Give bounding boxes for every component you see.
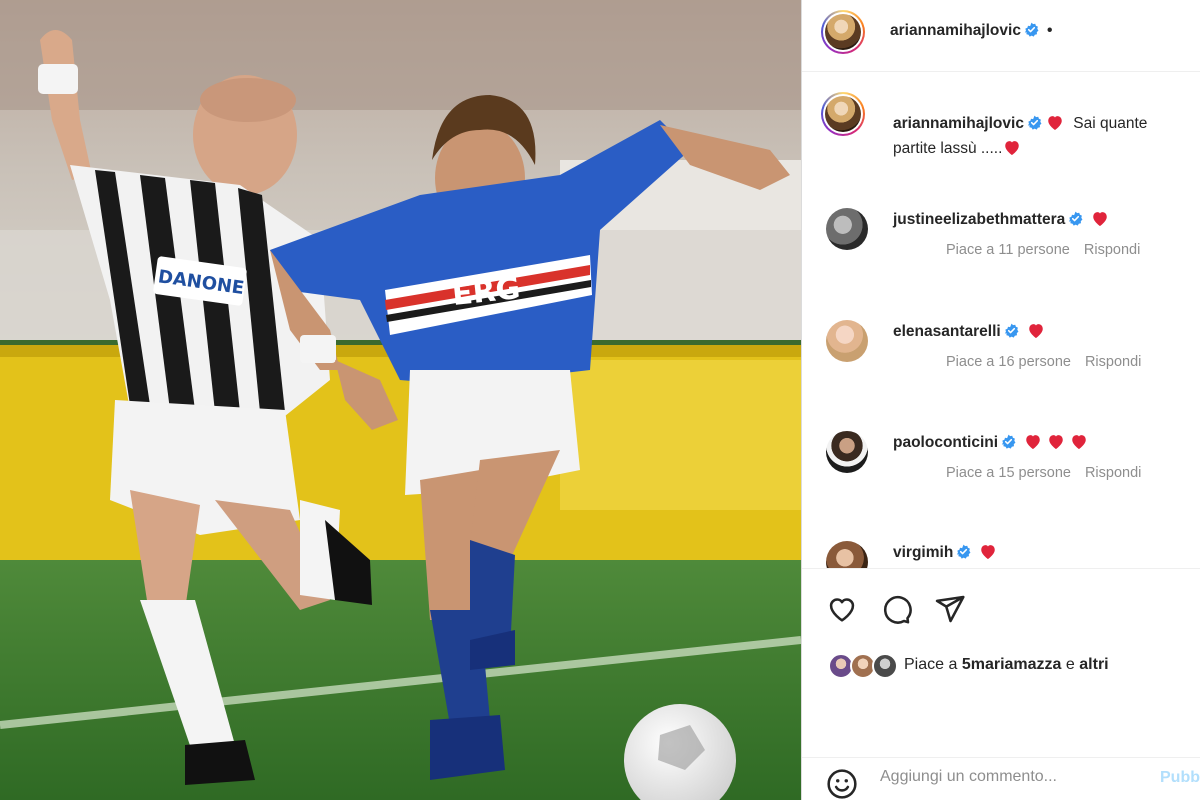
caption-line-2: partite lassù ..... [893,140,1003,157]
author-avatar[interactable] [821,10,865,54]
comment-line: elenasantarelli [893,322,1045,341]
post-image: DANONE ERG [0,0,801,800]
red-heart-icon [1049,435,1063,449]
commenter-username[interactable]: virgimih [893,544,953,561]
commenter-username[interactable]: justineelizabethmattera [893,211,1065,228]
reply-button[interactable]: Rispondi [1085,465,1141,481]
red-heart-icon [1072,435,1086,449]
likes-prefix: Piace a [904,656,958,673]
comment-item: justineelizabethmattera Piace a 11 perso… [826,208,1200,278]
commenter-avatar[interactable] [826,208,868,250]
verified-badge-icon [1004,323,1019,338]
comment-meta: Piace a 11 persone Rispondi [946,242,1140,258]
likes-others[interactable]: altri [1079,656,1108,673]
likes-connector: e [1065,656,1075,673]
caption-line-1: Sai quante [1073,115,1148,132]
verified-badge-icon [1001,434,1016,449]
red-heart-icon [1028,324,1043,338]
publish-button[interactable]: Pubblica [1160,758,1200,798]
commenter-avatar[interactable] [826,431,868,473]
caption-username[interactable]: ariannamihajlovic [893,115,1024,132]
comment-item: paoloconticini Piace a 15 persone Rispond… [826,431,1200,501]
red-heart-icon [1005,141,1020,155]
comment-like-count[interactable]: Piace a 15 persone [946,465,1071,481]
heart-outline-icon[interactable] [826,593,858,625]
post-photo[interactable]: DANONE ERG [0,0,801,800]
smiley-icon[interactable] [826,768,858,800]
commenter-username[interactable]: elenasantarelli [893,323,1001,340]
comment-meta: Piace a 15 persone Rispondi [946,465,1141,481]
verified-badge-icon [1027,115,1042,130]
commenter-username[interactable]: paoloconticini [893,434,998,451]
comment-line: justineelizabethmattera [893,210,1109,229]
comment-bubble-icon[interactable] [880,593,912,625]
verified-badge-icon [1069,211,1083,226]
comment-line: paoloconticini [893,433,1088,452]
verified-badge-icon [957,544,971,559]
red-heart-icon [1026,435,1040,449]
follow-dot[interactable]: • [1047,22,1052,39]
red-heart-icon [1093,212,1108,226]
liker-avatar [872,653,898,679]
red-heart-icon [1048,116,1062,130]
comment-input[interactable] [880,757,1150,797]
author-line: ariannamihajlovic • [890,22,1052,40]
comment-item: elenasantarelli Piace a 16 persone Rispon… [826,320,1200,390]
liker-avatars [828,653,898,681]
post-sidebar: ariannamihajlovic • ariannamihajlovic Sai… [801,0,1200,800]
likes-user[interactable]: 5mariamazza [962,656,1062,673]
sponsor-erg: ERG [450,271,522,313]
comment-like-count[interactable]: Piace a 16 persone [946,354,1071,370]
commenter-avatar[interactable] [826,320,868,362]
red-heart-icon [981,545,996,559]
comment-item: virgimih [826,541,1200,568]
commenter-avatar[interactable] [826,541,868,568]
verified-badge-icon [1024,22,1039,37]
caption-avatar[interactable] [821,92,865,136]
reply-button[interactable]: Rispondi [1085,354,1141,370]
comment-line: virgimih [893,543,997,562]
reply-button[interactable]: Rispondi [1084,242,1140,258]
post-header: ariannamihajlovic • [802,0,1200,72]
comment-like-count[interactable]: Piace a 11 persone [946,242,1070,258]
paper-plane-icon[interactable] [934,593,966,625]
caption-text: ariannamihajlovic Sai quante partite las… [893,111,1200,161]
author-username[interactable]: ariannamihajlovic [890,22,1021,39]
comments-list[interactable]: ariannamihajlovic Sai quante partite las… [802,73,1200,568]
likes-text: Piace a 5mariamazza e altri [904,656,1109,674]
comment-meta: Piace a 16 persone Rispondi [946,354,1141,370]
